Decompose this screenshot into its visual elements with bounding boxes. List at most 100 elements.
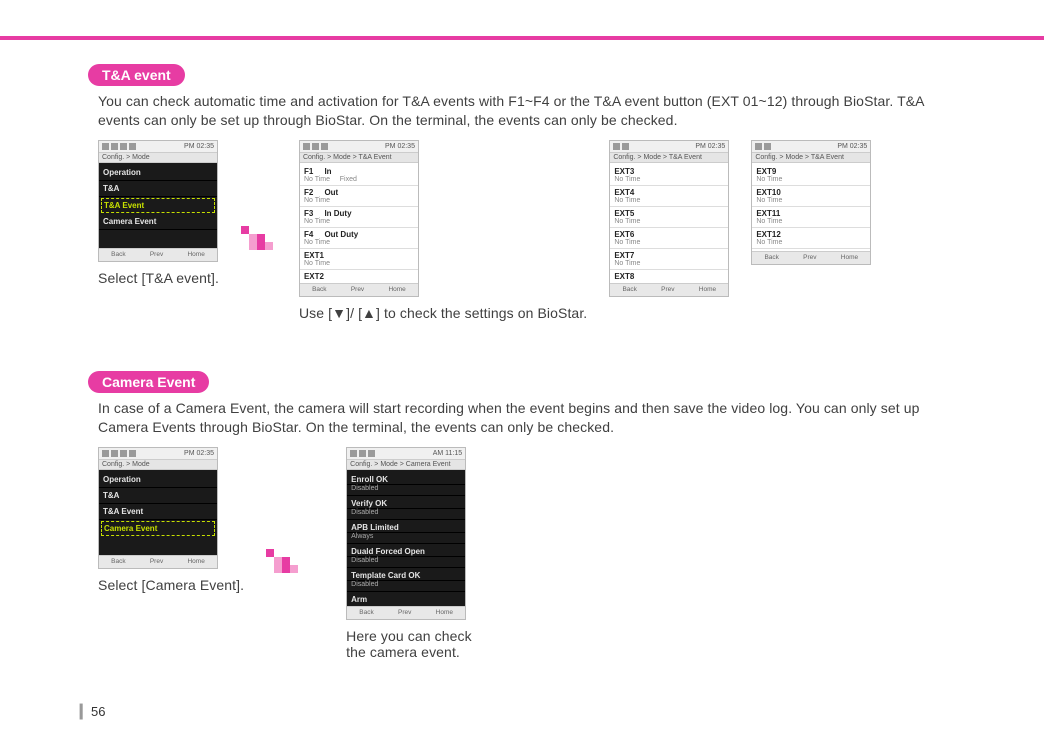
list-item: F3 In Duty xyxy=(300,207,418,218)
list-sub: No Time xyxy=(300,218,418,228)
step-arrow-icon xyxy=(266,549,302,585)
list-sub: No Time xyxy=(300,239,418,249)
list-item: EXT10 xyxy=(752,186,870,197)
list-sub: Always xyxy=(347,533,465,544)
footer-prev: Prev xyxy=(661,286,674,293)
status-icon xyxy=(312,143,319,150)
footer-prev: Prev xyxy=(803,254,816,261)
list-sub: No Time xyxy=(752,239,870,249)
menu-item: T&A xyxy=(99,181,217,197)
status-icon xyxy=(622,143,629,150)
list-item: Duald Forced Open xyxy=(347,544,465,557)
screen-titlebar: Config. > Mode xyxy=(99,460,217,470)
list-sub: No Time xyxy=(610,218,728,228)
menu-item: T&A Event xyxy=(99,504,217,520)
list-item: F2 Out xyxy=(300,186,418,197)
status-icon xyxy=(350,450,357,457)
footer-home: Home xyxy=(187,558,204,565)
status-icon xyxy=(102,143,109,150)
footer-back: Back xyxy=(111,251,125,258)
footer-home: Home xyxy=(841,254,858,261)
list-sub: No Time xyxy=(300,197,418,207)
page-number: ▎56 xyxy=(80,704,105,720)
list-item: Verify OK xyxy=(347,496,465,509)
menu-item-selected: T&A Event xyxy=(101,198,215,213)
list-item: EXT7 xyxy=(610,249,728,260)
section-body-cam: In case of a Camera Event, the camera wi… xyxy=(98,399,964,437)
caption-ta-1: Select [T&A event]. xyxy=(98,270,219,286)
menu-item: Camera Event xyxy=(99,214,217,230)
list-item: EXT8 xyxy=(610,270,728,281)
list-item: EXT2 xyxy=(300,270,418,281)
list-sub: No Time xyxy=(610,239,728,249)
status-icon xyxy=(129,450,136,457)
list-sub: No Time Fixed xyxy=(300,176,418,186)
list-item: F1 In xyxy=(300,165,418,176)
section-badge-cam: Camera Event xyxy=(88,371,209,393)
footer-home: Home xyxy=(388,286,405,293)
list-sub: Disabled xyxy=(347,557,465,568)
list-sub: No Time xyxy=(610,260,728,270)
list-item: APB Limited xyxy=(347,520,465,533)
list-sub: Disabled xyxy=(347,509,465,520)
caption-cam-1: Select [Camera Event]. xyxy=(98,577,244,593)
cam-screens-row: PM 02:35 Config. > Mode Operation T&A T&… xyxy=(98,447,964,660)
footer-back: Back xyxy=(359,609,373,616)
footer-prev: Prev xyxy=(351,286,364,293)
caption-ta-2: Use [▼]/ [▲] to check the settings on Bi… xyxy=(299,305,587,321)
list-item: EXT9 xyxy=(752,165,870,176)
list-item: Arm xyxy=(347,592,465,604)
status-icon xyxy=(613,143,620,150)
list-sub: No Time xyxy=(752,218,870,228)
footer-home: Home xyxy=(436,609,453,616)
status-icon xyxy=(321,143,328,150)
list-sub: No Time xyxy=(300,260,418,270)
status-icon xyxy=(102,450,109,457)
list-item: F4 Out Duty xyxy=(300,228,418,239)
menu-item: T&A xyxy=(99,488,217,504)
footer-home: Home xyxy=(699,286,716,293)
list-sub: Disabled xyxy=(347,485,465,496)
list-item: EXT4 xyxy=(610,186,728,197)
status-icon xyxy=(303,143,310,150)
list-item: EXT6 xyxy=(610,228,728,239)
screenshot-ta-list-2: PM 02:35 Config. > Mode > T&A Event EXT3… xyxy=(609,140,729,297)
list-sub: Disabled xyxy=(347,581,465,592)
status-icon xyxy=(764,143,771,150)
status-icon xyxy=(368,450,375,457)
list-item: EXT3 xyxy=(610,165,728,176)
list-sub: No Time xyxy=(752,197,870,207)
screenshot-ta-list-3: PM 02:35 Config. > Mode > T&A Event EXT9… xyxy=(751,140,871,265)
status-icon xyxy=(755,143,762,150)
list-item: EXT1 xyxy=(300,249,418,260)
list-item: EXT11 xyxy=(752,207,870,218)
screenshot-cam-menu: PM 02:35 Config. > Mode Operation T&A T&… xyxy=(98,447,218,569)
footer-back: Back xyxy=(312,286,326,293)
section-body-ta: You can check automatic time and activat… xyxy=(98,92,964,130)
status-time: PM 02:35 xyxy=(695,143,725,150)
menu-item: Operation xyxy=(99,165,217,181)
status-time: PM 02:35 xyxy=(837,143,867,150)
status-time: PM 02:35 xyxy=(385,143,415,150)
status-icon xyxy=(120,450,127,457)
status-icon xyxy=(120,143,127,150)
footer-prev: Prev xyxy=(150,251,163,258)
screen-titlebar: Config. > Mode > T&A Event xyxy=(752,153,870,163)
list-sub: No Time xyxy=(752,176,870,186)
caption-cam-2a: Here you can check xyxy=(346,628,472,644)
step-arrow-icon xyxy=(241,226,277,262)
screen-titlebar: Config. > Mode > T&A Event xyxy=(300,153,418,163)
caption-cam-2b: the camera event. xyxy=(346,644,472,660)
screen-titlebar: Config. > Mode xyxy=(99,153,217,163)
ta-screens-row: PM 02:35 Config. > Mode Operation T&A T&… xyxy=(98,140,964,321)
list-item: Template Card OK xyxy=(347,568,465,581)
status-time: AM 11:15 xyxy=(433,450,462,457)
list-item: EXT5 xyxy=(610,207,728,218)
page-body: T&A event You can check automatic time a… xyxy=(0,40,1044,660)
screenshot-ta-menu: PM 02:35 Config. > Mode Operation T&A T&… xyxy=(98,140,218,262)
screenshot-ta-list-1: PM 02:35 Config. > Mode > T&A Event F1 I… xyxy=(299,140,419,297)
list-item: Enroll OK xyxy=(347,472,465,485)
list-sub: No Time xyxy=(610,197,728,207)
status-icon xyxy=(129,143,136,150)
screen-titlebar: Config. > Mode > Camera Event xyxy=(347,460,465,470)
